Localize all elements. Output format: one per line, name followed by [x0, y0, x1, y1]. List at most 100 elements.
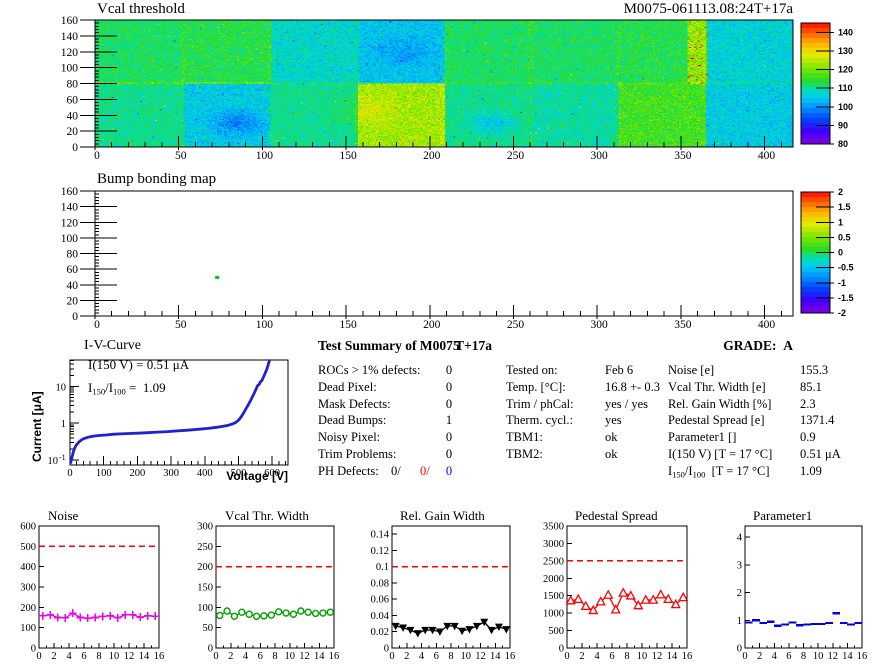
- result-value: 155.3: [800, 363, 829, 377]
- svg-text:80: 80: [67, 79, 79, 91]
- svg-text:6: 6: [434, 651, 439, 662]
- svg-text:300: 300: [20, 583, 36, 594]
- svg-text:100: 100: [838, 102, 853, 112]
- svg-text:50: 50: [175, 150, 187, 162]
- defect-value: 0: [445, 363, 453, 377]
- defect-label: Dead Bumps:: [318, 413, 387, 428]
- defect-value: 1: [445, 413, 453, 428]
- svg-text:4: 4: [419, 651, 425, 662]
- grade-value: A: [783, 338, 793, 353]
- svg-text:150: 150: [339, 319, 357, 331]
- svg-text:100: 100: [197, 603, 213, 614]
- condition-value: ok: [605, 447, 618, 461]
- svg-text:140: 140: [838, 27, 853, 37]
- svg-text:0.04: 0.04: [371, 611, 390, 622]
- svg-text:4: 4: [243, 651, 249, 662]
- grade-label: GRADE:: [723, 338, 777, 353]
- svg-text:120: 120: [61, 217, 79, 229]
- defect-label: Dead Pixel:: [318, 379, 377, 394]
- svg-text:-1: -1: [838, 278, 846, 288]
- svg-text:400: 400: [758, 319, 776, 331]
- condition-value: yes / yes: [605, 396, 649, 411]
- svg-text:0: 0: [31, 644, 36, 655]
- svg-text:1: 1: [737, 616, 742, 627]
- svg-text:150: 150: [197, 583, 213, 594]
- small-plot-parameter1: 0 2 4 6 8 10 12 14 1601234: [737, 525, 867, 662]
- defect-value: 0: [445, 379, 453, 394]
- result-value: 0.9: [800, 430, 816, 445]
- condition-label: Therm. cycl.:: [506, 413, 573, 428]
- parameter1-plot-title: Parameter1: [753, 508, 813, 523]
- defect-label: Trim Problems:: [318, 447, 397, 461]
- svg-text:2: 2: [51, 651, 56, 662]
- svg-text:80: 80: [67, 249, 79, 261]
- svg-text:100: 100: [256, 150, 274, 162]
- noise-plot-title: Noise: [48, 508, 79, 523]
- svg-text:0.02: 0.02: [371, 627, 389, 638]
- result-label: I150/I100 [T = 17 °C]: [668, 463, 770, 480]
- condition-value: ok: [605, 430, 618, 445]
- summary-title: Test Summary of M0075: [318, 338, 460, 353]
- svg-text:6: 6: [81, 651, 86, 662]
- svg-text:6: 6: [609, 651, 614, 662]
- svg-text:14: 14: [139, 651, 150, 662]
- svg-text:8: 8: [624, 651, 629, 662]
- ph-defects-value: 0/: [391, 463, 401, 478]
- svg-text:130: 130: [838, 46, 853, 56]
- svg-text:12: 12: [828, 651, 839, 662]
- defect-value: 0: [445, 396, 453, 411]
- result-label: Pedestal Spread [e]: [668, 413, 765, 428]
- svg-text:0: 0: [72, 142, 78, 154]
- svg-text:4: 4: [66, 651, 72, 662]
- svg-text:8: 8: [96, 651, 101, 662]
- svg-text:0.06: 0.06: [371, 595, 389, 606]
- svg-text:0: 0: [94, 150, 100, 162]
- svg-text:1000: 1000: [543, 609, 564, 620]
- svg-text:500: 500: [20, 542, 36, 553]
- svg-text:10: 10: [56, 382, 67, 393]
- module-id-title: M0075-061113.08:24T+17a: [623, 1, 793, 17]
- svg-text:40: 40: [67, 110, 79, 122]
- svg-text:200: 200: [423, 150, 441, 162]
- svg-text:16: 16: [682, 651, 693, 662]
- result-label: Parameter1 []: [668, 430, 737, 445]
- svg-text:0.5: 0.5: [838, 232, 851, 242]
- iv-curve-title: I-V-Curve: [84, 338, 142, 353]
- bump-map-axes: 0 50 100 150 200 250 300 350 400 0 20 40 60 80 100 120 1…: [61, 186, 794, 331]
- svg-text:10: 10: [48, 456, 59, 467]
- condition-label: Temp. [°C]:: [506, 379, 566, 394]
- ph-defects-value: 0/: [420, 463, 430, 478]
- svg-text:0: 0: [389, 651, 394, 662]
- result-label: Rel. Gain Width [%]: [668, 396, 772, 411]
- svg-text:350: 350: [674, 319, 692, 331]
- svg-text:200: 200: [197, 562, 213, 573]
- summary-title-temp: T+17a: [455, 338, 492, 353]
- svg-text:140: 140: [61, 202, 79, 214]
- bump-defect-points: [215, 275, 220, 279]
- bump-map-title: Bump bonding map: [97, 171, 217, 187]
- iv-curve-plot: 0 100 200 300 400 500 60010 -1110: [48, 359, 289, 479]
- svg-text:-0.5: -0.5: [838, 263, 854, 273]
- defect-label: ROCs > 1% defects:: [318, 363, 421, 377]
- svg-text:8: 8: [272, 651, 277, 662]
- svg-text:40: 40: [67, 280, 79, 292]
- svg-text:0: 0: [36, 651, 41, 662]
- svg-text:12: 12: [475, 651, 486, 662]
- svg-text:100: 100: [96, 468, 112, 479]
- result-label: Vcal Thr. Width [e]: [668, 379, 766, 394]
- svg-text:0: 0: [564, 651, 569, 662]
- gain-width-plot-title: Rel. Gain Width: [400, 508, 485, 523]
- svg-text:100: 100: [256, 319, 274, 331]
- svg-text:2500: 2500: [543, 556, 564, 567]
- svg-text:0: 0: [72, 311, 78, 323]
- small-plot-pedestal-spread: 0 2 4 6 8 10 12 14 16050010001500200025003000350…: [543, 522, 692, 663]
- svg-text:0.12: 0.12: [371, 546, 389, 557]
- svg-text:350: 350: [674, 150, 692, 162]
- svg-text:10: 10: [285, 651, 296, 662]
- pedestal-plot-title: Pedestal Spread: [575, 508, 658, 523]
- svg-text:-1: -1: [59, 453, 66, 462]
- svg-text:120: 120: [61, 47, 79, 59]
- result-value: 0.51 μA: [800, 447, 841, 461]
- svg-text:600: 600: [20, 522, 36, 533]
- svg-text:200: 200: [20, 603, 36, 614]
